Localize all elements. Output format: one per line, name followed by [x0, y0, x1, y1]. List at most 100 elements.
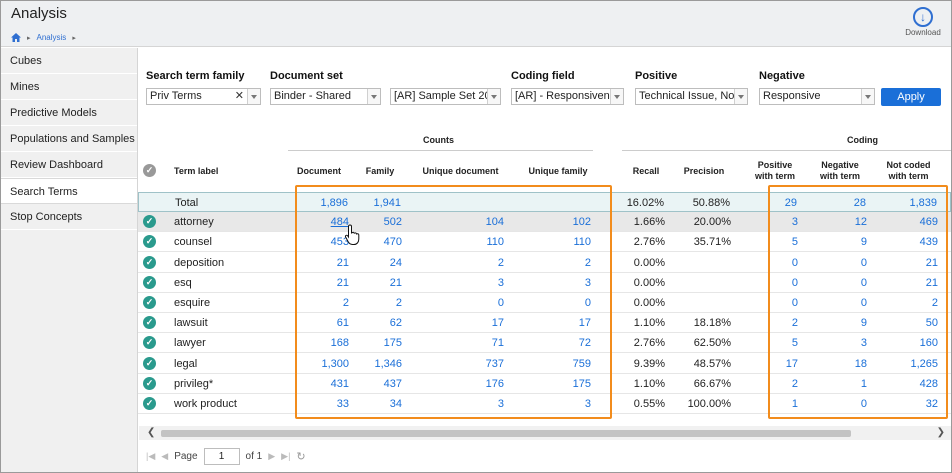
cell-document[interactable]: 21: [337, 253, 349, 273]
table-row[interactable]: ✓ privileg* 431 437 176 175 1.10% 66.67% 2 1 428: [138, 374, 951, 394]
cell-pos[interactable]: 3: [792, 212, 798, 232]
table-row[interactable]: ✓ counsel 453 470 110 110 2.76% 35.71% 5 9 439: [138, 232, 951, 253]
cell-document[interactable]: 21: [337, 273, 349, 293]
cell-notcoded[interactable]: 32: [926, 394, 938, 414]
select-all-check-icon[interactable]: ✓: [143, 164, 156, 177]
cell-notcoded[interactable]: 439: [920, 232, 938, 252]
sidebar-item-mines[interactable]: Mines: [1, 74, 137, 100]
table-row[interactable]: ✓ lawyer 168 175 71 72 2.76% 62.50% 5 3 160: [138, 333, 951, 354]
cell-notcoded[interactable]: 2: [932, 293, 938, 313]
cell-family[interactable]: 24: [390, 253, 402, 273]
refresh-icon[interactable]: ↻: [296, 450, 305, 463]
cell-neg[interactable]: 0: [861, 273, 867, 293]
table-row[interactable]: ✓ deposition 21 24 2 2 0.00% 0 0 21: [138, 253, 951, 273]
cell-notcoded[interactable]: 21: [926, 273, 938, 293]
chevron-down-icon[interactable]: [861, 89, 874, 104]
chevron-down-icon[interactable]: [734, 89, 747, 104]
cell-notcoded[interactable]: 1,265: [910, 354, 938, 374]
sidebar-item-review-dashboard[interactable]: Review Dashboard: [1, 152, 137, 178]
cell-family[interactable]: 1,346: [374, 354, 402, 374]
previous-page-icon[interactable]: ◀: [161, 451, 168, 462]
cell-unique-document[interactable]: 2: [498, 253, 504, 273]
cell-pos[interactable]: 0: [792, 293, 798, 313]
cell-pos[interactable]: 5: [792, 232, 798, 252]
cell-pos[interactable]: 5: [792, 333, 798, 353]
row-check-icon[interactable]: ✓: [143, 275, 156, 289]
cell-notcoded[interactable]: 160: [920, 333, 938, 353]
table-row[interactable]: ✓ work product 33 34 3 3 0.55% 100.00% 1 0 32: [138, 394, 951, 414]
cell-unique-document[interactable]: 110: [486, 232, 504, 252]
row-check-icon[interactable]: ✓: [143, 356, 156, 370]
cell-notcoded[interactable]: 469: [920, 212, 938, 232]
cell-unique-family[interactable]: 3: [585, 394, 591, 414]
col-positive-with-term[interactable]: Positive with term: [750, 160, 800, 182]
cell-pos[interactable]: 1: [792, 394, 798, 414]
cell-pos[interactable]: 0: [792, 253, 798, 273]
cell-unique-family[interactable]: 0: [585, 293, 591, 313]
cell-document[interactable]: 431: [331, 374, 349, 394]
next-page-icon[interactable]: ▶: [268, 451, 275, 462]
cell-family[interactable]: 437: [384, 374, 402, 394]
cell-neg[interactable]: 9: [861, 313, 867, 333]
cell-unique-family[interactable]: 759: [573, 354, 591, 374]
row-check-icon[interactable]: ✓: [143, 215, 156, 229]
row-check-icon[interactable]: ✓: [143, 397, 156, 410]
scroll-right-icon[interactable]: ❯: [937, 426, 945, 440]
last-page-icon[interactable]: ▶|: [281, 451, 290, 462]
horizontal-scrollbar[interactable]: ❮ ❯: [139, 426, 951, 440]
col-negative-with-term[interactable]: Negative with term: [814, 160, 866, 182]
cell-pos[interactable]: 2: [792, 374, 798, 394]
row-check-icon[interactable]: ✓: [143, 235, 156, 249]
cell-unique-family[interactable]: 2: [585, 253, 591, 273]
cell-family[interactable]: 34: [390, 394, 402, 414]
sidebar-item-predictive-models[interactable]: Predictive Models: [1, 100, 137, 126]
cell-document[interactable]: 33: [337, 394, 349, 414]
cell-unique-document[interactable]: 0: [498, 293, 504, 313]
cell-pos[interactable]: 2: [792, 313, 798, 333]
cell-pos[interactable]: 17: [786, 354, 798, 374]
cell-notcoded[interactable]: 50: [926, 313, 938, 333]
col-unique-document[interactable]: Unique document: [413, 166, 508, 177]
cell-unique-family[interactable]: 72: [579, 333, 591, 353]
apply-button[interactable]: Apply: [881, 88, 941, 106]
cell-neg[interactable]: 0: [861, 394, 867, 414]
cell-family[interactable]: 1,941: [373, 193, 401, 213]
col-not-coded-with-term[interactable]: Not coded with term: [881, 160, 936, 182]
cell-pos[interactable]: 0: [792, 273, 798, 293]
cell-family[interactable]: 2: [396, 293, 402, 313]
table-row-total[interactable]: Total 1,896 1,941 16.02% 50.88% 29 28 1,839: [138, 192, 951, 212]
cell-document[interactable]: 1,300: [321, 354, 349, 374]
col-term-label[interactable]: Term label: [174, 166, 234, 177]
first-page-icon[interactable]: |◀: [146, 451, 155, 462]
table-row[interactable]: ✓ legal 1,300 1,346 737 759 9.39% 48.57% 17 18 1,2…: [138, 354, 951, 374]
search-term-family-select[interactable]: Priv Terms ✕: [146, 88, 261, 105]
sample-set-select[interactable]: [AR] Sample Set 20: [390, 88, 501, 105]
cell-family[interactable]: 470: [384, 232, 402, 252]
cell-neg[interactable]: 18: [855, 354, 867, 374]
cell-unique-document[interactable]: 3: [498, 394, 504, 414]
cell-family[interactable]: 21: [390, 273, 402, 293]
chevron-down-icon[interactable]: [610, 89, 623, 104]
coding-field-select[interactable]: [AR] - Responsivene: [511, 88, 624, 105]
cell-neg[interactable]: 0: [861, 293, 867, 313]
cell-unique-document[interactable]: 176: [486, 374, 504, 394]
cell-document[interactable]: 168: [331, 333, 349, 353]
cell-neg[interactable]: 28: [854, 193, 866, 213]
cell-unique-family[interactable]: 175: [573, 374, 591, 394]
sidebar-item-stop-concepts[interactable]: Stop Concepts: [1, 204, 137, 230]
cell-neg[interactable]: 9: [861, 232, 867, 252]
table-row[interactable]: ✓ esq 21 21 3 3 0.00% 0 0 21: [138, 273, 951, 293]
sidebar-item-cubes[interactable]: Cubes: [1, 48, 137, 74]
cell-unique-document[interactable]: 17: [492, 313, 504, 333]
table-row[interactable]: ✓ attorney 484 502 104 102 1.66% 20.00% 3 12 469: [138, 212, 951, 233]
sidebar-item-search-terms[interactable]: Search Terms: [1, 178, 137, 204]
cell-unique-family[interactable]: 110: [573, 232, 591, 252]
cell-notcoded[interactable]: 1,839: [909, 193, 937, 213]
cell-unique-document[interactable]: 737: [486, 354, 504, 374]
row-check-icon[interactable]: ✓: [143, 336, 156, 350]
positive-select[interactable]: Technical Issue, Not: [635, 88, 748, 105]
row-check-icon[interactable]: ✓: [143, 255, 156, 269]
table-row[interactable]: ✓ esquire 2 2 0 0 0.00% 0 0 2: [138, 293, 951, 313]
cell-notcoded[interactable]: 21: [926, 253, 938, 273]
col-unique-family[interactable]: Unique family: [518, 166, 598, 177]
